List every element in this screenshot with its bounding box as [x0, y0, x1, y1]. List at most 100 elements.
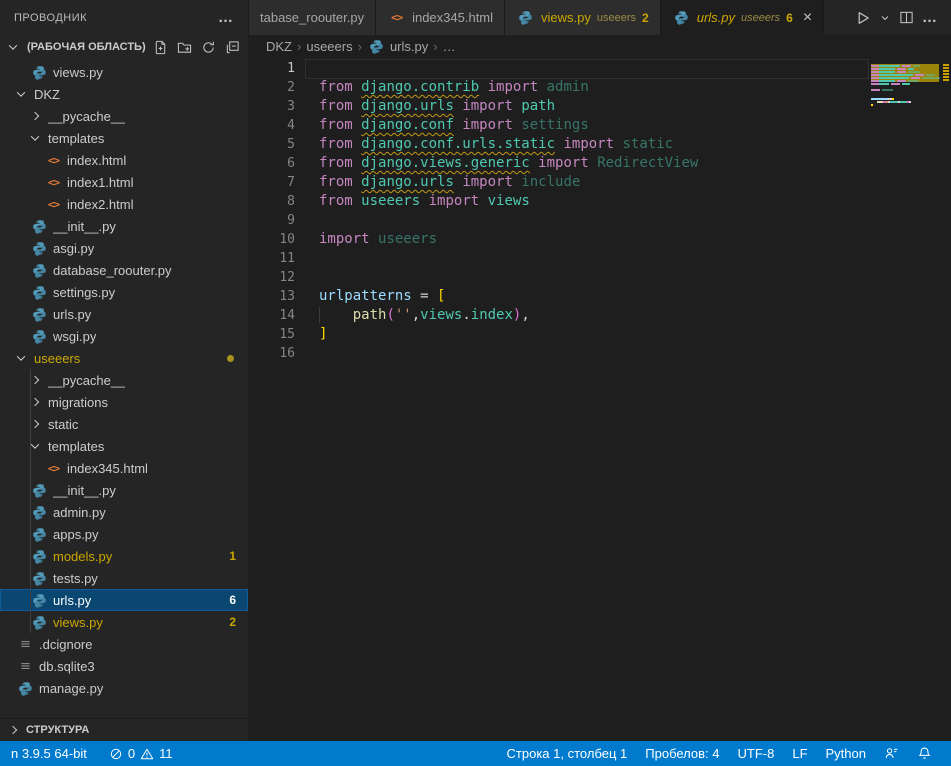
tree-item-index2.html[interactable]: <>index2.html	[0, 193, 248, 215]
tree-item-database_roouter.py[interactable]: database_roouter.py	[0, 259, 248, 281]
python-file-icon	[30, 307, 49, 322]
tree-item-__pycache__[interactable]: __pycache__	[0, 369, 248, 391]
split-editor-button[interactable]	[897, 8, 916, 27]
tree-item-admin.py[interactable]: admin.py	[0, 501, 248, 523]
encoding[interactable]: UTF-8	[729, 741, 784, 766]
tree-item-manage.py[interactable]: manage.py	[0, 677, 248, 699]
line-number[interactable]: 10	[249, 230, 295, 249]
tree-item-tests.py[interactable]: tests.py	[0, 567, 248, 589]
html-file-icon: <>	[44, 154, 63, 167]
overview-ruler[interactable]	[940, 57, 951, 741]
tree-item-migrations[interactable]: migrations	[0, 391, 248, 413]
line-number[interactable]: 15	[249, 325, 295, 344]
code-area[interactable]: 12from django.contrib import admin3from …	[249, 59, 871, 363]
tree-item-views.py[interactable]: views.py	[0, 61, 248, 83]
tree-item-label: __pycache__	[48, 109, 125, 124]
tree-item-index345.html[interactable]: <>index345.html	[0, 457, 248, 479]
collapse-folders-icon[interactable]	[225, 40, 240, 55]
run-dropdown-button[interactable]	[877, 10, 893, 26]
new-file-icon[interactable]	[153, 40, 168, 55]
run-button[interactable]	[853, 8, 873, 28]
tree-item-settings.py[interactable]: settings.py	[0, 281, 248, 303]
line-number[interactable]: 5	[249, 135, 295, 154]
tree-item-models.py[interactable]: models.py1	[0, 545, 248, 567]
code-line-13[interactable]: 13urlpatterns = [	[249, 287, 871, 306]
code-text: from django.conf.urls.static import stat…	[319, 135, 673, 154]
code-line-8[interactable]: 8from useeers import views	[249, 192, 871, 211]
code-line-15[interactable]: 15]	[249, 325, 871, 344]
tree-item-views.py[interactable]: views.py2	[0, 611, 248, 633]
breadcrumb-item-useeers[interactable]: useeers	[306, 39, 352, 54]
close-icon[interactable]: ×	[803, 10, 812, 26]
code-line-11[interactable]: 11	[249, 249, 871, 268]
code-line-3[interactable]: 3from django.urls import path	[249, 97, 871, 116]
code-editor[interactable]: 12from django.contrib import admin3from …	[249, 57, 951, 741]
tree-item-templates[interactable]: templates	[0, 127, 248, 149]
tab-views.py[interactable]: views.pyuseeers2	[505, 0, 661, 35]
bell-icon[interactable]	[908, 741, 941, 766]
python-version[interactable]: n 3.9.5 64-bit	[2, 741, 96, 766]
line-number[interactable]: 14	[249, 306, 295, 325]
tree-item-.dcignore[interactable]: ≡.dcignore	[0, 633, 248, 655]
line-number[interactable]: 4	[249, 116, 295, 135]
breadcrumb-item-DKZ[interactable]: DKZ	[266, 39, 292, 54]
line-number[interactable]: 11	[249, 249, 295, 268]
tree-item-apps.py[interactable]: apps.py	[0, 523, 248, 545]
warning-mark	[943, 73, 949, 75]
breadcrumb-item-…[interactable]: …	[443, 39, 456, 54]
breadcrumb-item-urls.py[interactable]: urls.py	[367, 39, 428, 54]
line-number[interactable]: 16	[249, 344, 295, 363]
code-line-7[interactable]: 7from django.urls import include	[249, 173, 871, 192]
tree-item-wsgi.py[interactable]: wsgi.py	[0, 325, 248, 347]
new-folder-icon[interactable]	[177, 40, 192, 55]
line-number[interactable]: 1	[249, 59, 295, 78]
refresh-explorer-icon[interactable]	[201, 40, 216, 55]
tree-item-DKZ[interactable]: DKZ	[0, 83, 248, 105]
code-line-4[interactable]: 4from django.conf import settings	[249, 116, 871, 135]
eol[interactable]: LF	[783, 741, 816, 766]
line-number[interactable]: 2	[249, 78, 295, 97]
tab-index345.html[interactable]: <>index345.html	[376, 0, 505, 35]
tree-item-__init__.py[interactable]: __init__.py	[0, 479, 248, 501]
language-mode[interactable]: Python	[817, 741, 875, 766]
tree-item-static[interactable]: static	[0, 413, 248, 435]
minimap[interactable]	[871, 61, 939, 109]
cursor-position[interactable]: Строка 1, столбец 1	[498, 741, 637, 766]
tree-item-urls.py[interactable]: urls.py	[0, 303, 248, 325]
line-number[interactable]: 7	[249, 173, 295, 192]
line-number[interactable]: 8	[249, 192, 295, 211]
code-line-10[interactable]: 10import useeers	[249, 230, 871, 249]
code-line-2[interactable]: 2from django.contrib import admin	[249, 78, 871, 97]
more-actions[interactable]: …	[920, 7, 939, 28]
tab-tabase_roouter.py[interactable]: tabase_roouter.py	[249, 0, 376, 35]
outline-section-header[interactable]: СТРУКТУРА	[0, 718, 248, 740]
line-number[interactable]: 12	[249, 268, 295, 287]
code-line-9[interactable]: 9	[249, 211, 871, 230]
code-line-16[interactable]: 16	[249, 344, 871, 363]
feedback-icon[interactable]	[875, 741, 908, 766]
tree-item-urls.py[interactable]: urls.py6	[0, 589, 248, 611]
code-line-14[interactable]: 14 path('',views.index),	[249, 306, 871, 325]
code-line-12[interactable]: 12	[249, 268, 871, 287]
tab-urls.py[interactable]: urls.pyuseeers6×	[661, 0, 824, 35]
workspace-section-header[interactable]: (РАБОЧАЯ ОБЛАСТЬ) ...	[0, 35, 248, 59]
tree-item-useeers[interactable]: useeers	[0, 347, 248, 369]
tree-item-asgi.py[interactable]: asgi.py	[0, 237, 248, 259]
tree-item-templates[interactable]: templates	[0, 435, 248, 457]
line-number[interactable]: 9	[249, 211, 295, 230]
tree-item-__pycache__[interactable]: __pycache__	[0, 105, 248, 127]
explorer-more-actions-icon[interactable]: …	[218, 9, 234, 26]
tree-item-index1.html[interactable]: <>index1.html	[0, 171, 248, 193]
code-line-1[interactable]: 1	[249, 59, 871, 78]
code-line-5[interactable]: 5 from django.conf.urls.static import sta…	[249, 135, 871, 154]
tree-item-db.sqlite3[interactable]: ≡db.sqlite3	[0, 655, 248, 677]
tree-item-index.html[interactable]: <>index.html	[0, 149, 248, 171]
code-line-6[interactable]: 6from django.views.generic import Redire…	[249, 154, 871, 173]
problems-indicator[interactable]: 011	[100, 741, 182, 766]
line-number[interactable]: 13	[249, 287, 295, 306]
minimap-segment	[900, 101, 908, 103]
indentation[interactable]: Пробелов: 4	[636, 741, 728, 766]
line-number[interactable]: 6	[249, 154, 295, 173]
line-number[interactable]: 3	[249, 97, 295, 116]
tree-item-__init__.py[interactable]: __init__.py	[0, 215, 248, 237]
